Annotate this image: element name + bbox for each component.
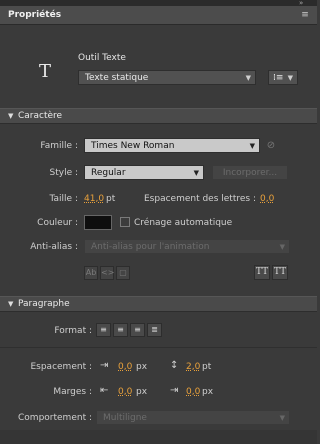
famille-select[interactable]: Times New Roman ▼: [84, 138, 260, 153]
selectable-text-icon[interactable]: Ab: [84, 266, 98, 280]
text-type-select[interactable]: Texte statique ▼: [78, 70, 256, 85]
comportement-select[interactable]: Multiligne ▼: [96, 410, 290, 425]
section-title: Paragraphe: [18, 299, 70, 309]
orientation-icon: ⁞≡: [273, 73, 284, 83]
panel-footer: [0, 430, 317, 444]
chevron-down-icon: ▼: [193, 169, 199, 177]
section-header-paragraphe[interactable]: ▼ Paragraphe: [0, 296, 317, 312]
color-swatch[interactable]: [84, 215, 112, 230]
taille-value[interactable]: 41,0: [84, 194, 104, 204]
antialias-value: Anti-alias pour l'animation: [91, 242, 210, 252]
text-orientation-select[interactable]: ⁞≡ ▼: [268, 70, 298, 85]
left-margin-unit: px: [136, 387, 148, 397]
marges-label: Marges :: [53, 387, 92, 397]
indent-unit: px: [136, 362, 148, 372]
chevron-down-icon: ▼: [249, 142, 255, 150]
comportement-value: Multiligne: [103, 413, 147, 423]
justify-icon[interactable]: ≣: [147, 323, 162, 337]
collapse-triangle-icon: ▼: [8, 300, 14, 308]
espacement-label: Espacement :: [30, 362, 92, 372]
text-tool-icon: T: [38, 61, 51, 82]
section-title: Caractère: [18, 111, 63, 121]
line-spacing-value[interactable]: 2,0: [186, 362, 200, 372]
divider: [0, 347, 317, 348]
chevron-down-icon: ▼: [279, 243, 285, 251]
comportement-label: Comportement :: [18, 413, 92, 423]
right-margin-value[interactable]: 0,0: [186, 387, 200, 397]
chevron-down-icon: ▼: [245, 74, 251, 82]
font-warning-icon: ⊘: [266, 140, 276, 151]
left-margin-icon: ⇤: [100, 385, 109, 396]
couleur-label: Couleur :: [37, 218, 78, 228]
align-center-icon[interactable]: ≡: [113, 323, 128, 337]
tab-proprietes[interactable]: Propriétés: [8, 6, 61, 24]
collapse-triangle-icon: ▼: [8, 112, 14, 120]
left-margin-value[interactable]: 0,0: [118, 387, 132, 397]
antialias-label: Anti-alias :: [30, 242, 78, 252]
style-value: Regular: [91, 168, 126, 178]
subscript-icon[interactable]: TT: [272, 265, 288, 280]
superscript-icon[interactable]: TT: [254, 265, 270, 280]
indent-icon: ⇥: [100, 360, 109, 371]
style-label: Style :: [49, 168, 79, 178]
famille-label: Famille :: [40, 141, 78, 151]
espacement-lettres-value[interactable]: 0,0: [260, 194, 274, 204]
indent-value[interactable]: 0,0: [118, 362, 132, 372]
chevron-down-icon: ▼: [287, 74, 293, 82]
text-type-value: Texte statique: [85, 73, 149, 83]
antialias-select[interactable]: Anti-alias pour l'animation ▼: [84, 239, 290, 254]
line-spacing-icon: ↕: [170, 360, 179, 371]
taille-unit: pt: [106, 194, 116, 204]
border-icon[interactable]: ▢: [116, 266, 130, 280]
html-render-icon[interactable]: <>: [100, 266, 114, 280]
famille-value: Times New Roman: [91, 141, 175, 151]
crenage-checkbox[interactable]: [120, 217, 130, 227]
align-left-icon[interactable]: ≡: [96, 323, 111, 337]
taille-label: Taille :: [49, 194, 78, 204]
style-select[interactable]: Regular ▼: [84, 165, 204, 180]
align-right-icon[interactable]: ≡: [130, 323, 145, 337]
chevron-down-icon: ▼: [279, 414, 285, 422]
right-margin-unit: px: [202, 387, 214, 397]
tool-name: Outil Texte: [78, 53, 126, 63]
line-spacing-unit: pt: [202, 362, 212, 372]
panel-menu-icon[interactable]: ≡: [299, 9, 311, 21]
format-label: Format :: [54, 326, 92, 336]
espacement-lettres-label: Espacement des lettres :: [143, 194, 256, 204]
incorporer-button[interactable]: Incorporer...: [212, 165, 288, 180]
crenage-label: Crénage automatique: [134, 218, 233, 228]
section-header-caractere[interactable]: ▼ Caractère: [0, 108, 317, 124]
right-margin-icon: ⇥: [170, 385, 179, 396]
